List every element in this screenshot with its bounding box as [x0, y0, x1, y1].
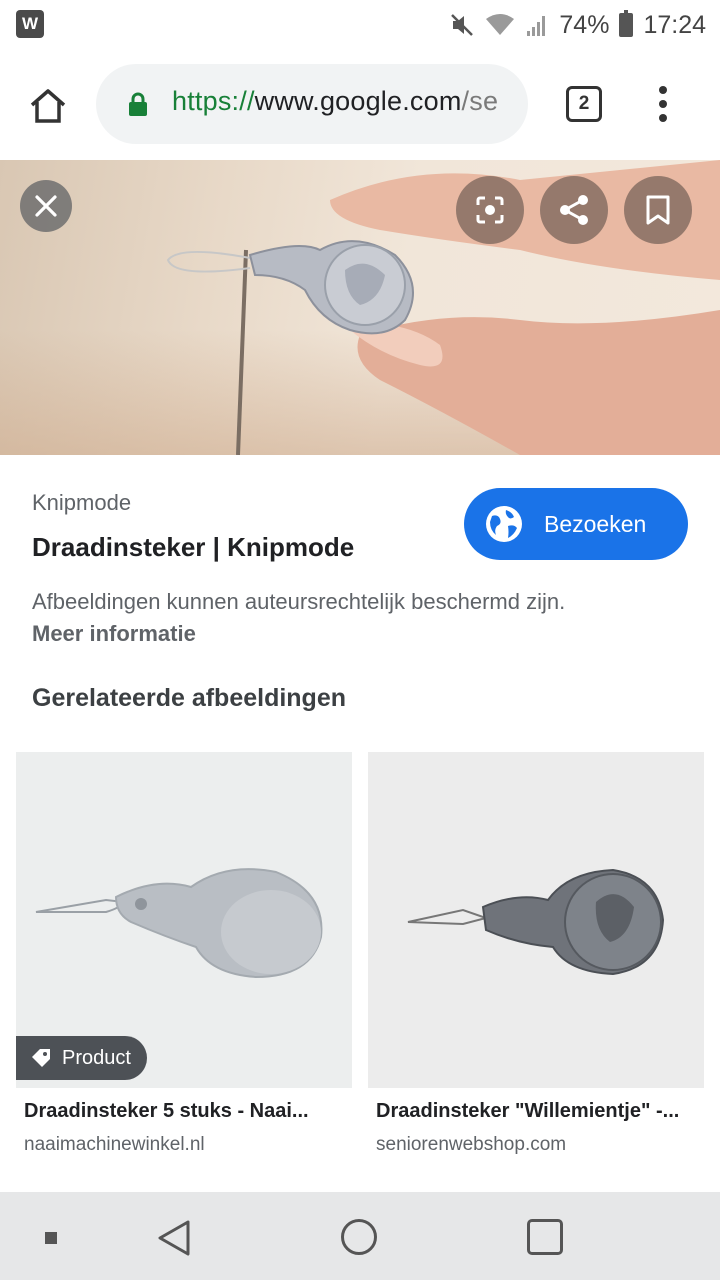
lens-button[interactable] [456, 176, 524, 244]
back-button[interactable] [156, 1218, 192, 1258]
lock-icon [129, 92, 147, 116]
related-image-thumbnail[interactable]: Product [16, 752, 352, 1088]
url-text: https://www.google.com/se [172, 86, 499, 116]
threader-image [407, 868, 665, 976]
related-image-card[interactable]: Draadinsteker "Willemientje" -... senior… [368, 752, 704, 1192]
app-notification-icon: W [16, 10, 44, 38]
tag-icon [32, 1049, 50, 1067]
visit-button-label: Bezoeken [544, 510, 647, 537]
status-bar: W 74% 17:24 [0, 0, 720, 50]
mute-icon [451, 14, 474, 36]
related-image-title[interactable]: Draadinsteker 5 stuks - Naai... [24, 1100, 350, 1123]
more-vert-icon [659, 86, 667, 94]
close-icon [35, 195, 57, 217]
share-button[interactable] [540, 176, 608, 244]
preview-image[interactable] [0, 160, 720, 455]
browser-toolbar: https://www.google.com/se 2 [0, 50, 720, 160]
related-image-domain: naaimachinewinkel.nl [24, 1134, 205, 1155]
globe-icon [486, 506, 522, 542]
related-image-thumbnail[interactable] [368, 752, 704, 1088]
source-name: Knipmode [32, 490, 132, 515]
needle-threader-photo [166, 160, 720, 455]
share-icon [560, 195, 588, 225]
address-bar[interactable]: https://www.google.com/se [96, 64, 528, 144]
more-info-link[interactable]: Meer informatie [32, 618, 692, 650]
overflow-menu-button[interactable] [648, 80, 678, 128]
home-nav-button[interactable] [341, 1219, 377, 1255]
save-bookmark-button[interactable] [624, 176, 692, 244]
bookmark-icon [646, 195, 670, 225]
related-image-title[interactable]: Draadinsteker "Willemientje" -... [376, 1100, 702, 1123]
related-images-heading: Gerelateerde afbeeldingen [32, 684, 347, 712]
home-button[interactable] [22, 80, 74, 132]
battery-icon [619, 10, 634, 37]
signal-icon [527, 16, 546, 36]
home-icon [30, 89, 66, 123]
product-badge: Product [16, 1036, 147, 1080]
wifi-icon [486, 14, 515, 35]
copyright-notice: Afbeeldingen kunnen auteursrechtelijk be… [32, 586, 692, 650]
result-title[interactable]: Draadinsteker | Knipmode [32, 532, 354, 563]
tab-switcher-button[interactable]: 2 [566, 86, 602, 122]
related-image-card[interactable]: Product Draadinsteker 5 stuks - Naai... … [16, 752, 352, 1192]
visit-button[interactable]: Bezoeken [464, 488, 688, 560]
status-icons: 74% 17:24 [449, 8, 706, 42]
lens-icon [476, 196, 504, 224]
clock: 17:24 [643, 10, 706, 39]
close-button[interactable] [20, 180, 72, 232]
system-nav-bar [0, 1192, 720, 1280]
related-image-domain: seniorenwebshop.com [376, 1134, 567, 1155]
battery-percent: 74% [559, 10, 610, 39]
nav-extra-button[interactable] [45, 1232, 57, 1244]
product-badge-label: Product [62, 1046, 131, 1069]
recents-button[interactable] [527, 1219, 563, 1255]
copyright-notice-text: Afbeeldingen kunnen auteursrechtelijk be… [32, 589, 566, 614]
tab-count: 2 [578, 93, 590, 114]
